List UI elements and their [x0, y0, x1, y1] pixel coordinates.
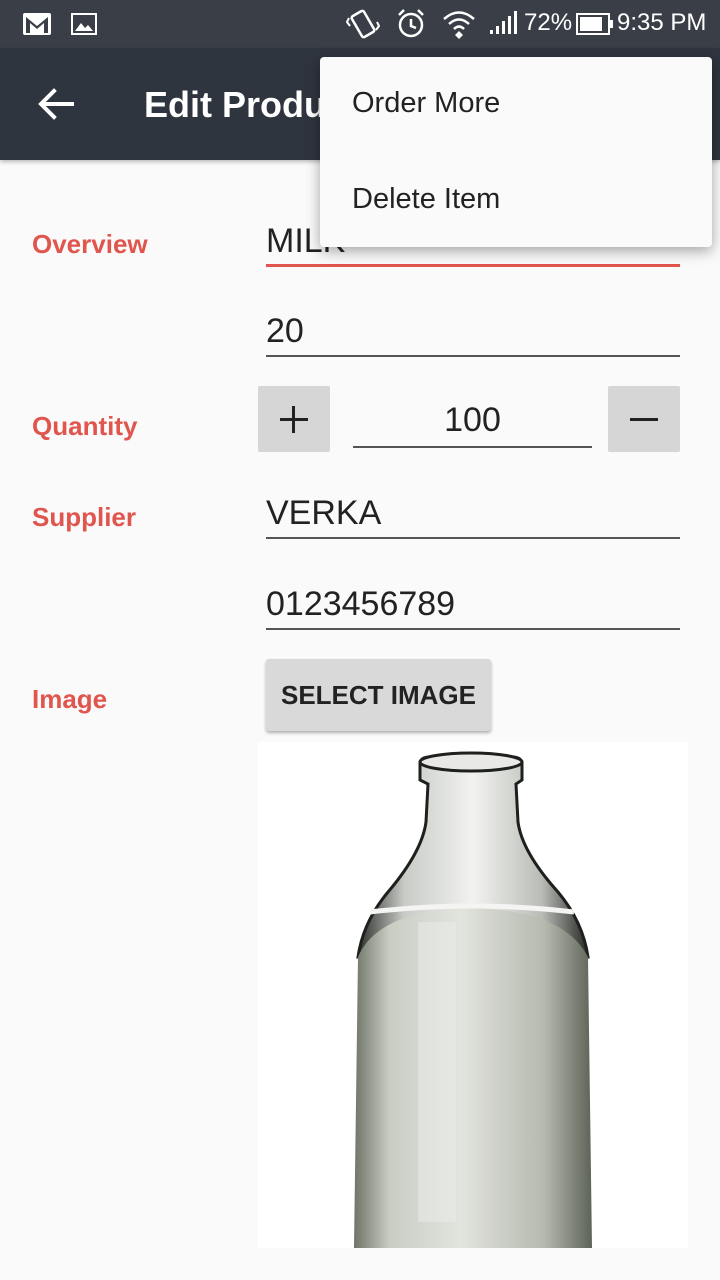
vibrate-icon — [346, 9, 380, 39]
menu-item-delete-item[interactable]: Delete Item — [352, 183, 500, 216]
wifi-icon — [443, 11, 475, 39]
alarm-icon — [398, 9, 424, 38]
supplier-label: Supplier — [32, 502, 137, 532]
image-label: Image — [32, 684, 108, 714]
supplier-phone-input[interactable]: 0123456789 — [266, 582, 680, 630]
increase-quantity-button[interactable] — [258, 386, 330, 452]
supplier-name-input[interactable]: VERKA — [266, 491, 680, 539]
overview-label: Overview — [32, 229, 148, 259]
clock: 9:35 PM — [617, 9, 707, 36]
overflow-menu: Order More Delete Item — [320, 57, 712, 247]
battery-icon — [576, 13, 613, 35]
page-title: Edit Produ — [144, 84, 326, 125]
arrow-back-icon[interactable] — [36, 84, 76, 124]
gallery-icon — [71, 13, 97, 35]
decrease-quantity-button[interactable] — [608, 386, 680, 452]
menu-item-order-more[interactable]: Order More — [352, 87, 500, 120]
battery-percent: 72% — [524, 9, 573, 36]
quantity-label: Quantity — [32, 411, 138, 441]
select-image-button[interactable]: SELECT IMAGE — [266, 659, 491, 731]
product-image — [258, 742, 688, 1248]
gmail-icon — [23, 13, 51, 35]
status-bar: 72% 9:35 PM — [0, 0, 720, 48]
milk-bottle-image — [354, 751, 592, 1248]
quantity-input[interactable]: 100 — [353, 392, 592, 448]
signal-icon — [490, 11, 517, 34]
price-input[interactable]: 20 — [266, 309, 680, 357]
